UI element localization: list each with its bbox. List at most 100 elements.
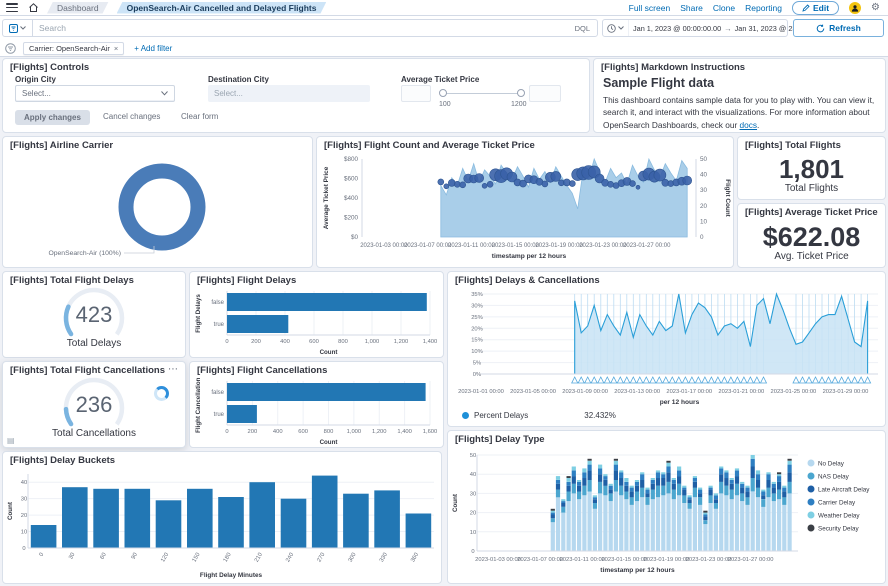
destination-city-input[interactable]	[208, 85, 370, 102]
svg-text:40: 40	[700, 172, 708, 179]
panel-title: [Flights] Total Flight Cancellations	[10, 365, 165, 376]
breadcrumb-current[interactable]: OpenSearch-Air Cancelled and Delayed Fli…	[117, 2, 327, 14]
query-bar: DQL Jan 1, 2023 @ 00:00:00.00 → Jan 31, …	[0, 16, 888, 40]
svg-text:2023-01-21 00:00: 2023-01-21 00:00	[718, 389, 764, 395]
origin-city-select[interactable]: Select...	[15, 85, 175, 102]
home-icon[interactable]	[28, 2, 39, 13]
clear-form-button[interactable]: Clear form	[181, 112, 218, 121]
total-cancellations-label: Total Cancellations	[3, 428, 185, 439]
panel-title: [Flights] Airline Carrier	[10, 140, 113, 151]
gear-icon[interactable]: ⚙	[871, 3, 880, 13]
panel-menu-icon[interactable]: ⋯	[168, 364, 179, 375]
svg-text:false: false	[211, 390, 224, 396]
panel-title: [Flights] Average Ticket Price	[745, 207, 878, 218]
panel-title: [Flights] Flight Cancellations	[197, 365, 327, 376]
svg-text:2023-01-15 00:00: 2023-01-15 00:00	[492, 243, 540, 249]
svg-text:2023-01-19 00:00: 2023-01-19 00:00	[535, 243, 583, 249]
svg-text:600: 600	[298, 429, 308, 435]
svg-text:2023-01-03 00:00: 2023-01-03 00:00	[360, 243, 408, 249]
panel-total-flights: [Flights] Total Flights 1,801 Total Flig…	[737, 136, 886, 200]
delay-type-stacked-chart[interactable]: 010203040502023-01-03 00:002023-01-07 00…	[449, 447, 886, 583]
total-flights-label: Total Flights	[738, 183, 885, 194]
total-cancellations-value: 236	[3, 392, 185, 418]
price-max-input[interactable]	[529, 85, 561, 102]
avg-ticket-price-label: Avg. Ticket Price	[738, 251, 885, 262]
panel-title: [Flights] Delays & Cancellations	[455, 275, 600, 286]
percent-delays-legend[interactable]: Percent Delays 32.432%	[462, 411, 616, 420]
delay-buckets-bar-chart[interactable]: 0102030400306090120150180210240270300330…	[4, 468, 442, 583]
slider-min-value: 100	[439, 101, 451, 108]
svg-text:10%: 10%	[471, 349, 483, 355]
flight-delays-bar-chart[interactable]: 02004006008001,0001,2001,400falsetrueFli…	[191, 288, 444, 357]
filter-settings-icon[interactable]	[5, 43, 16, 54]
clone-link[interactable]: Clone	[713, 3, 735, 13]
date-range-start[interactable]: Jan 1, 2023 @ 00:00:00.00	[629, 24, 721, 33]
date-picker-toggle[interactable]	[603, 20, 629, 36]
svg-text:1,600: 1,600	[423, 429, 438, 435]
svg-text:20: 20	[21, 513, 27, 519]
svg-text:10: 10	[700, 218, 708, 225]
share-link[interactable]: Share	[680, 3, 703, 13]
price-slider-handle-min[interactable]	[439, 89, 447, 97]
flight-cancellations-bar-chart[interactable]: 02004006008001,0001,2001,4001,600falsetr…	[191, 378, 444, 447]
svg-text:10: 10	[470, 530, 476, 536]
panel-title: [Flights] Total Flights	[745, 140, 841, 151]
svg-text:0: 0	[471, 549, 474, 555]
refresh-button[interactable]: Refresh	[793, 19, 884, 37]
price-slider-track[interactable]	[443, 93, 521, 94]
saved-query-menu[interactable]	[3, 20, 33, 36]
price-slider-handle-max[interactable]	[517, 89, 525, 97]
panel-delays-cancellations: [Flights] Delays & Cancellations 0%5%10%…	[447, 271, 886, 427]
svg-text:35%: 35%	[471, 292, 483, 298]
price-min-input[interactable]	[401, 85, 431, 102]
refresh-icon	[816, 24, 825, 33]
svg-text:true: true	[214, 322, 225, 328]
legend-toggle-icon[interactable]: ▤	[7, 436, 15, 445]
apply-changes-button[interactable]: Apply changes	[15, 110, 90, 125]
svg-text:20: 20	[700, 203, 708, 210]
svg-text:2023-01-13 00:00: 2023-01-13 00:00	[614, 389, 660, 395]
date-picker[interactable]: Jan 1, 2023 @ 00:00:00.00 → Jan 31, 2023…	[602, 19, 788, 37]
svg-text:30: 30	[700, 187, 708, 194]
svg-text:Flight Count: Flight Count	[724, 179, 731, 217]
query-language-button[interactable]: DQL	[575, 24, 597, 33]
reporting-link[interactable]: Reporting	[745, 3, 782, 13]
svg-text:1,400: 1,400	[423, 339, 438, 345]
svg-text:0: 0	[225, 429, 228, 435]
remove-filter-icon[interactable]: ×	[114, 44, 118, 53]
flight-count-price-chart[interactable]: $0$200$400$600$800010203040502023-01-03 …	[318, 153, 734, 267]
svg-text:40: 40	[470, 472, 476, 478]
filter-pill-carrier[interactable]: Carrier: OpenSearch-Air ×	[23, 42, 124, 55]
slider-max-value: 1200	[511, 101, 527, 108]
panel-flight-cancellations: [Flights] Flight Cancellations 020040060…	[189, 361, 444, 448]
breadcrumb-parent[interactable]: Dashboard	[47, 2, 109, 14]
svg-text:20: 20	[470, 511, 476, 517]
svg-text:timestamp per 12 hours: timestamp per 12 hours	[492, 253, 567, 260]
top-nav: Dashboard OpenSearch-Air Cancelled and D…	[0, 0, 888, 16]
svg-text:Count: Count	[320, 349, 338, 356]
svg-text:No Delay: No Delay	[818, 460, 845, 467]
menu-icon[interactable]	[6, 3, 18, 12]
full-screen-link[interactable]: Full screen	[629, 3, 671, 13]
docs-link[interactable]: docs	[740, 120, 758, 130]
saved-query-icon	[9, 24, 18, 33]
total-delays-value: 423	[3, 302, 185, 328]
svg-text:0: 0	[700, 234, 704, 241]
cancel-changes-button[interactable]: Cancel changes	[103, 112, 160, 121]
avatar[interactable]	[849, 2, 861, 14]
svg-text:Flight Delays: Flight Delays	[195, 294, 202, 333]
edit-button[interactable]: Edit	[792, 1, 839, 15]
panel-flight-delays: [Flights] Flight Delays 02004006008001,0…	[189, 271, 444, 358]
svg-text:Security Delay: Security Delay	[818, 525, 859, 532]
svg-text:50: 50	[470, 453, 476, 459]
svg-text:800: 800	[324, 429, 334, 435]
svg-text:150: 150	[191, 552, 201, 563]
airline-carrier-donut-chart[interactable]: OpenSearch-Air (100%)	[4, 153, 313, 267]
panel-avg-ticket-price: [Flights] Average Ticket Price $622.08 A…	[737, 203, 886, 268]
delays-cancellations-chart[interactable]: 0%5%10%15%20%25%30%35%2023-01-01 00:0020…	[449, 288, 886, 408]
svg-text:0: 0	[225, 339, 228, 345]
panel-delay-buckets: [Flights] Delay Buckets 0102030400306090…	[2, 451, 442, 584]
add-filter-link[interactable]: + Add filter	[134, 44, 172, 53]
svg-text:2023-01-23 00:00: 2023-01-23 00:00	[686, 557, 732, 563]
search-input[interactable]	[33, 23, 575, 33]
